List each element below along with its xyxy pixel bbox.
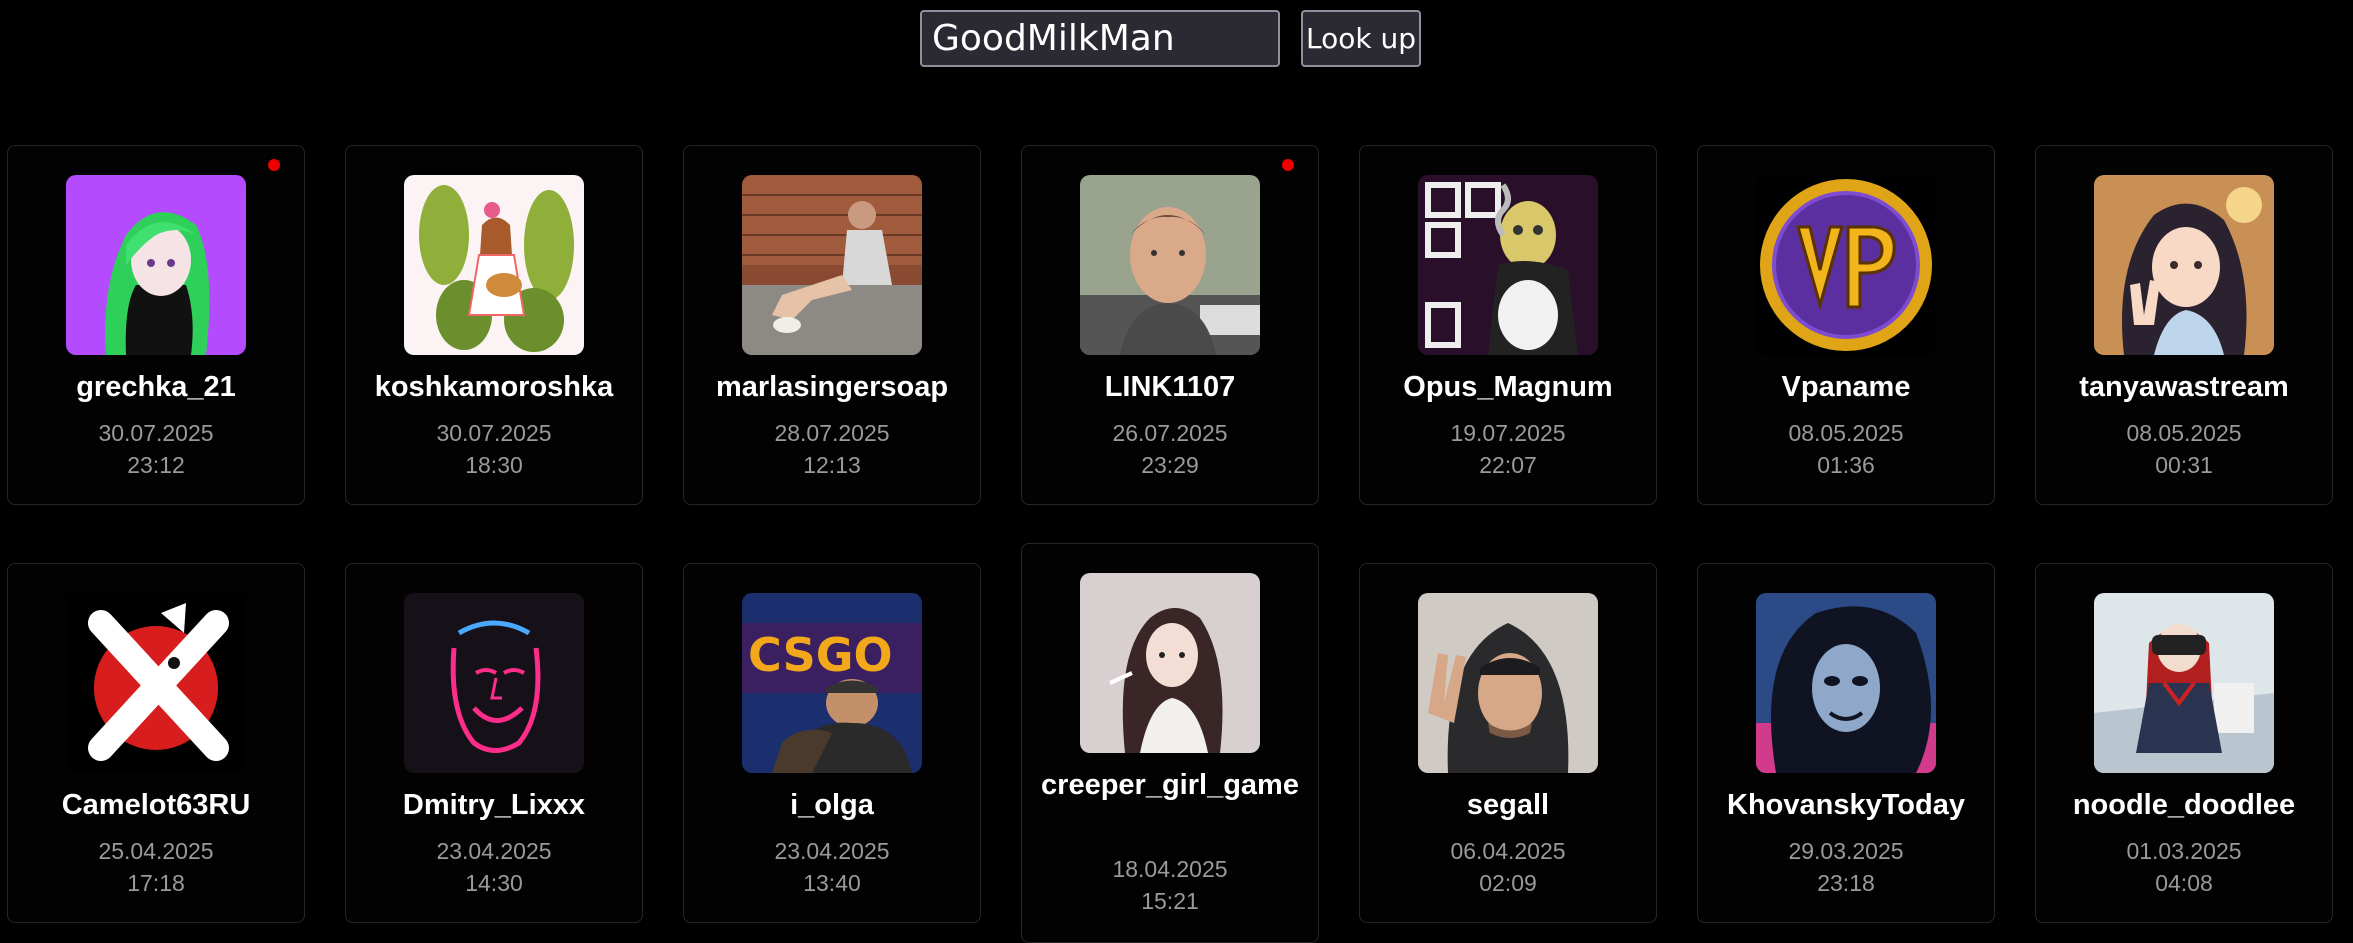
channel-time: 14:30 [465, 870, 523, 896]
channel-time: 18:30 [465, 452, 523, 478]
channel-date: 26.07.2025 [1112, 420, 1228, 446]
channel-card[interactable]: marlasingersoap 28.07.2025 12:13 [683, 145, 981, 505]
channel-card[interactable]: Camelot63RU 25.04.2025 17:18 [7, 563, 305, 923]
channel-name: Camelot63RU [61, 789, 251, 821]
channel-card[interactable]: grechka_21 30.07.2025 23:12 [7, 145, 305, 505]
channel-avatar [1756, 593, 1936, 773]
search-input[interactable] [920, 10, 1280, 67]
channel-date: 08.05.2025 [2126, 420, 2242, 446]
channel-date: 23.04.2025 [774, 838, 890, 864]
channel-card[interactable]: LINK1107 26.07.2025 23:29 [1021, 145, 1319, 505]
channel-card[interactable]: tanyawastream 08.05.2025 00:31 [2035, 145, 2333, 505]
channel-name: Vpaname [1781, 371, 1911, 403]
channel-name: segall [1466, 789, 1550, 821]
channel-time: 04:08 [2155, 870, 2213, 896]
channel-date: 25.04.2025 [98, 838, 214, 864]
channel-date: 19.07.2025 [1450, 420, 1566, 446]
channel-time: 17:18 [127, 870, 185, 896]
channel-time: 02:09 [1479, 870, 1537, 896]
channel-time: 12:13 [803, 452, 861, 478]
channel-date: 23.04.2025 [436, 838, 552, 864]
look-up-button[interactable]: Look up [1301, 10, 1421, 67]
channel-time: 15:21 [1141, 888, 1199, 914]
channel-card[interactable]: CSGO i_olga 23.04.2025 13:40 [683, 563, 981, 923]
channel-avatar [1418, 175, 1598, 355]
channel-card[interactable]: Vpaname 08.05.2025 01:36 [1697, 145, 1995, 505]
channel-name: marlasingersoap [715, 371, 949, 403]
channel-card[interactable]: segall 06.04.2025 02:09 [1359, 563, 1657, 923]
channel-time: 22:07 [1479, 452, 1537, 478]
channel-date: 29.03.2025 [1788, 838, 1904, 864]
channel-name: Dmitry_Lixxx [402, 789, 586, 821]
channel-name: grechka_21 [76, 371, 236, 403]
channel-avatar [1418, 593, 1598, 773]
channel-card[interactable]: KhovanskyToday 29.03.2025 23:18 [1697, 563, 1995, 923]
channel-avatar [2094, 593, 2274, 773]
channel-time: 13:40 [803, 870, 861, 896]
channel-avatar [1080, 175, 1260, 355]
channel-date: 01.03.2025 [2126, 838, 2242, 864]
channel-date: 06.04.2025 [1450, 838, 1566, 864]
channel-name: KhovanskyToday [1727, 789, 1965, 821]
channel-card[interactable]: Opus_Magnum 19.07.2025 22:07 [1359, 145, 1657, 505]
channel-time: 00:31 [2155, 452, 2213, 478]
channel-name: noodle_doodlee [2072, 789, 2296, 821]
channel-time: 23:29 [1141, 452, 1199, 478]
channel-avatar [404, 593, 584, 773]
channel-avatar [2094, 175, 2274, 355]
channel-date: 30.07.2025 [98, 420, 214, 446]
channel-date: 18.04.2025 [1112, 856, 1228, 882]
live-indicator-dot [1282, 159, 1294, 171]
channel-name: tanyawastream [2079, 371, 2289, 403]
channel-avatar [66, 175, 246, 355]
channel-name: Opus_Magnum [1403, 371, 1613, 403]
channel-date: 08.05.2025 [1788, 420, 1904, 446]
channel-date: 28.07.2025 [774, 420, 890, 446]
channel-avatar [66, 593, 246, 773]
channel-card[interactable]: creeper_girl_game 18.04.2025 15:21 [1021, 543, 1319, 943]
channel-name: koshkamoroshka [374, 371, 614, 403]
channel-avatar: CSGO [742, 593, 922, 773]
channel-time: 23:12 [127, 452, 185, 478]
channel-name: LINK1107 [1104, 371, 1236, 403]
channel-card[interactable]: noodle_doodlee 01.03.2025 04:08 [2035, 563, 2333, 923]
channel-name: i_olga [790, 789, 874, 821]
channel-avatar [404, 175, 584, 355]
channel-time: 01:36 [1817, 452, 1875, 478]
live-indicator-dot [268, 159, 280, 171]
channel-avatar [742, 175, 922, 355]
channel-time: 23:18 [1817, 870, 1875, 896]
channel-card[interactable]: Dmitry_Lixxx 23.04.2025 14:30 [345, 563, 643, 923]
channel-name: creeper_girl_game [1041, 769, 1299, 801]
channel-card[interactable]: koshkamoroshka 30.07.2025 18:30 [345, 145, 643, 505]
svg-text:CSGO: CSGO [748, 628, 893, 682]
channel-date: 30.07.2025 [436, 420, 552, 446]
channel-avatar [1080, 573, 1260, 753]
channel-avatar [1756, 175, 1936, 355]
